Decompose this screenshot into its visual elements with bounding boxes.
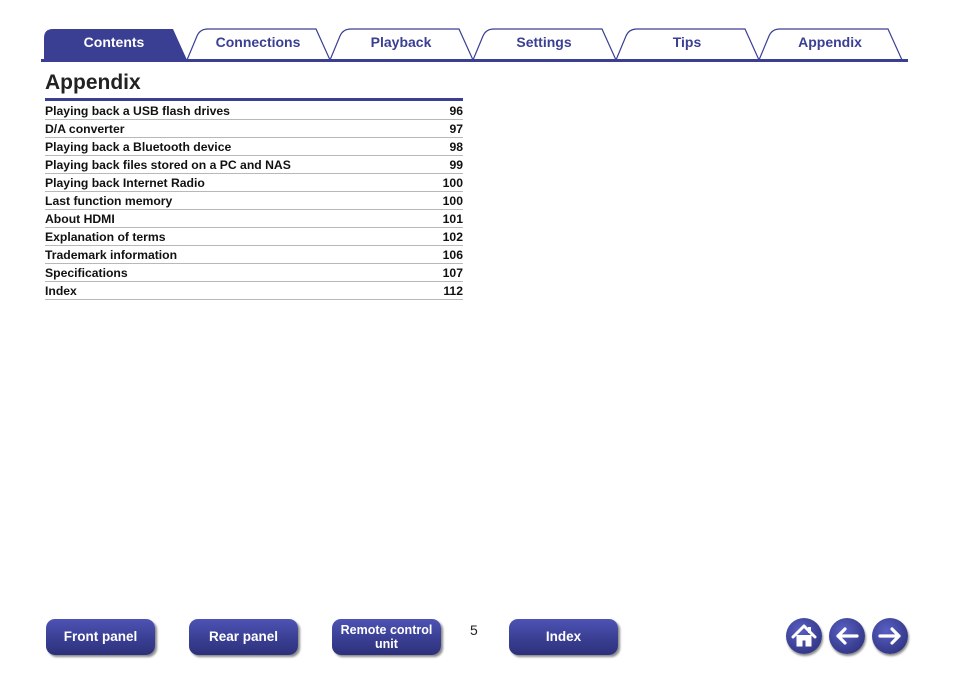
toc-row[interactable]: Playing back a Bluetooth device 98 bbox=[45, 138, 463, 156]
tab-bar-frame bbox=[41, 28, 908, 62]
index-button[interactable]: Index bbox=[509, 619, 618, 655]
toc-row[interactable]: Playing back files stored on a PC and NA… bbox=[45, 156, 463, 174]
toc-row[interactable]: Trademark information 106 bbox=[45, 246, 463, 264]
tab-bar: Contents Connections Playback Settings T… bbox=[0, 0, 954, 64]
tab-appendix[interactable]: Appendix bbox=[766, 33, 894, 51]
forward-button[interactable] bbox=[872, 618, 908, 654]
toc-row[interactable]: Last function memory 100 bbox=[45, 192, 463, 210]
toc-row[interactable]: Explanation of terms 102 bbox=[45, 228, 463, 246]
tab-settings[interactable]: Settings bbox=[480, 33, 608, 51]
title-rule bbox=[45, 98, 463, 101]
tab-connections[interactable]: Connections bbox=[194, 33, 322, 51]
home-button[interactable] bbox=[786, 618, 822, 654]
tab-playback[interactable]: Playback bbox=[337, 33, 465, 51]
toc-page: 100 bbox=[442, 194, 463, 208]
toc-label: Playing back a USB flash drives bbox=[45, 104, 230, 118]
tab-baseline bbox=[41, 59, 908, 62]
front-panel-label: Front panel bbox=[63, 629, 138, 644]
toc-page: 102 bbox=[442, 230, 463, 244]
toc-row[interactable]: About HDMI 101 bbox=[45, 210, 463, 228]
page-number: 5 bbox=[470, 622, 478, 638]
remote-label-line1: Remote control bbox=[340, 623, 433, 637]
toc-label: Specifications bbox=[45, 266, 128, 280]
toc-page: 98 bbox=[449, 140, 463, 154]
toc-page: 107 bbox=[442, 266, 463, 280]
toc-label: Trademark information bbox=[45, 248, 178, 262]
home-icon bbox=[791, 624, 817, 647]
toc-label: D/A converter bbox=[45, 122, 125, 136]
toc-label: Last function memory bbox=[45, 194, 173, 208]
rear-panel-label: Rear panel bbox=[208, 629, 279, 644]
toc-page: 100 bbox=[442, 176, 463, 190]
toc-page: 96 bbox=[449, 104, 463, 118]
toc-label: Explanation of terms bbox=[45, 230, 166, 244]
toc-page: 99 bbox=[449, 158, 463, 172]
page-title: Appendix bbox=[45, 71, 141, 94]
toc-page: 101 bbox=[442, 212, 463, 226]
tab-tips[interactable]: Tips bbox=[623, 33, 751, 51]
tab-contents[interactable]: Contents bbox=[50, 33, 178, 51]
toc-label: Playing back Internet Radio bbox=[45, 176, 205, 190]
back-arrow-icon bbox=[836, 627, 859, 645]
toc-label: Index bbox=[45, 284, 77, 298]
remote-control-unit-button[interactable]: Remote control unit bbox=[332, 619, 441, 655]
toc-page: 97 bbox=[449, 122, 463, 136]
toc-page: 106 bbox=[442, 248, 463, 262]
back-button[interactable] bbox=[829, 618, 865, 654]
rear-panel-button[interactable]: Rear panel bbox=[189, 619, 298, 655]
toc-row[interactable]: Playing back Internet Radio 100 bbox=[45, 174, 463, 192]
front-panel-button[interactable]: Front panel bbox=[46, 619, 155, 655]
toc-row[interactable]: D/A converter 97 bbox=[45, 120, 463, 138]
toc-row[interactable]: Index 112 bbox=[45, 282, 463, 300]
toc-list: Playing back a USB flash drives 96 D/A co… bbox=[45, 102, 463, 300]
toc-label: Playing back a Bluetooth device bbox=[45, 140, 232, 154]
toc-label: Playing back files stored on a PC and NA… bbox=[45, 158, 291, 172]
remote-label-line2: unit bbox=[375, 637, 398, 651]
toc-row[interactable]: Specifications 107 bbox=[45, 264, 463, 282]
toc-page: 112 bbox=[443, 284, 463, 298]
toc-row[interactable]: Playing back a USB flash drives 96 bbox=[45, 102, 463, 120]
index-label: Index bbox=[545, 629, 582, 644]
toc-label: About HDMI bbox=[45, 212, 115, 226]
forward-arrow-icon bbox=[878, 627, 901, 645]
